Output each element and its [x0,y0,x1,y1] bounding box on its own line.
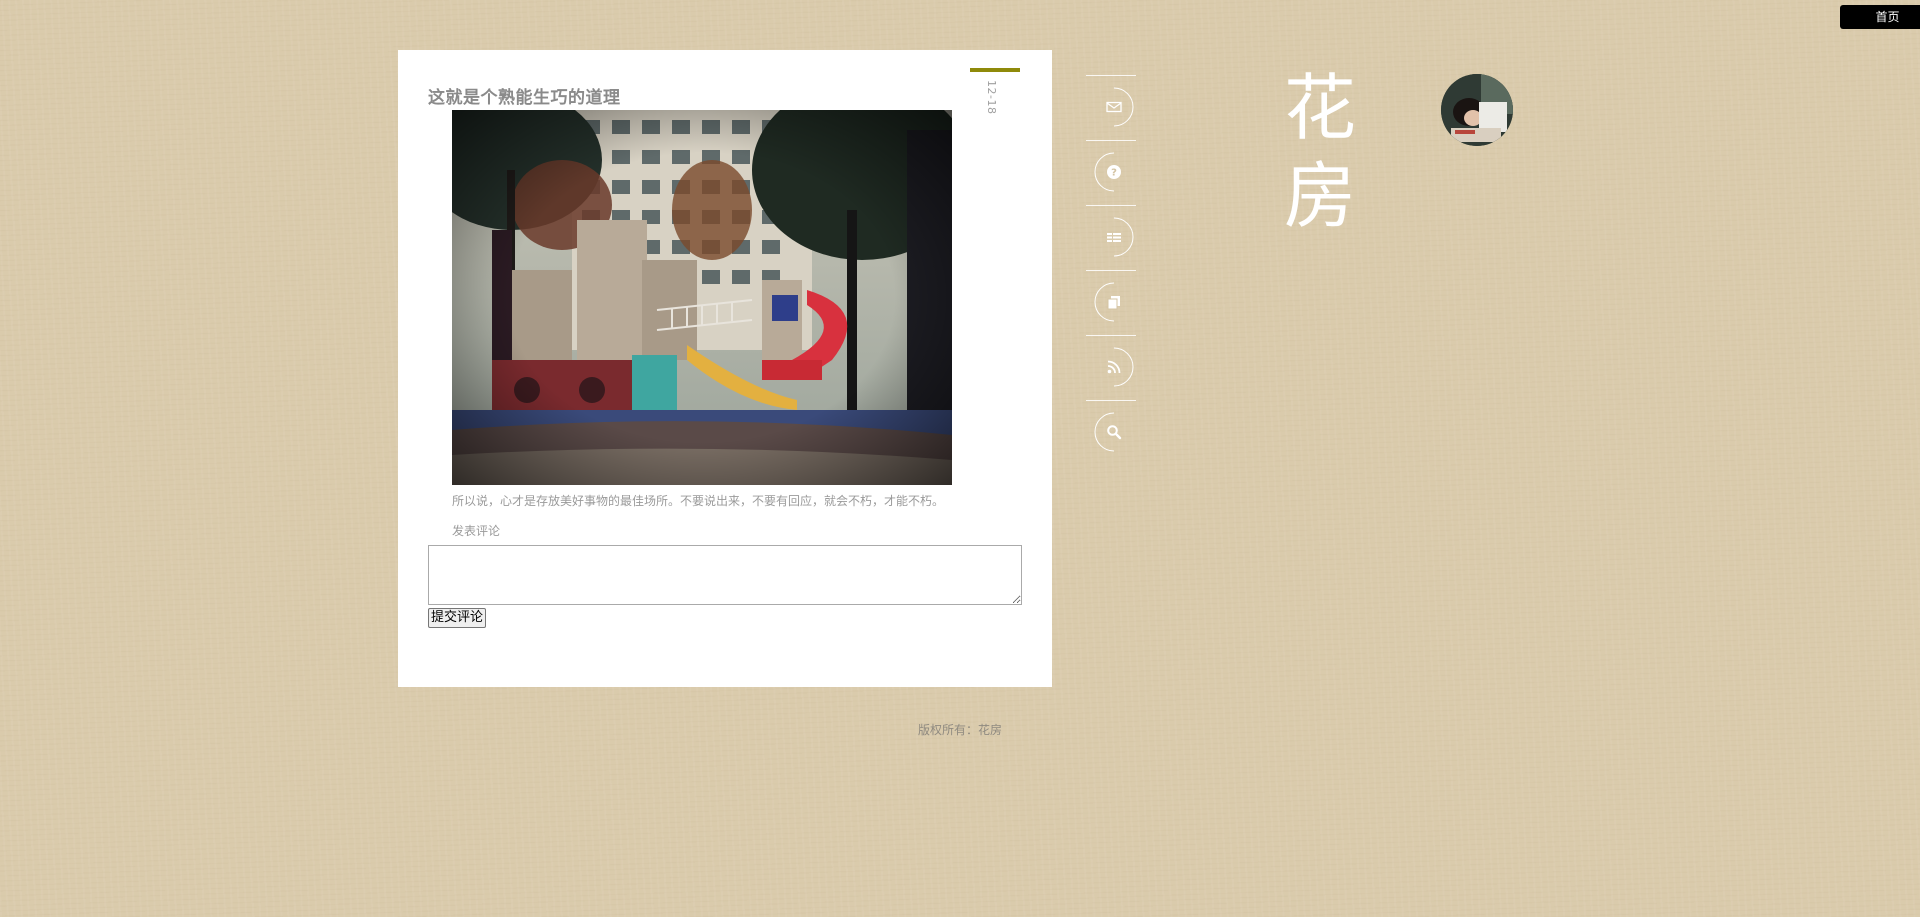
date-accent-bar [970,68,1020,72]
post-body: 所以说，心才是存放美好事物的最佳场所。不要说出来，不要有回应，就会不朽，才能不朽… [452,494,945,508]
home-button[interactable]: 首页 [1840,5,1920,29]
search-icon [1107,425,1122,440]
list-icon [1107,233,1121,242]
site-title-char: 房 [1283,154,1356,238]
post-card: 这就是个熟能生巧的道理 12-18 所以说，心才是存放美好事物的最佳场所。不要说… [398,50,1052,687]
avatar[interactable] [1441,74,1513,146]
nav-list[interactable] [1086,206,1136,270]
post-date: 12-18 [985,80,998,115]
post-photo [452,110,952,485]
nav-ask[interactable]: ? [1086,141,1136,205]
site-title[interactable]: 花 房 [1280,64,1360,240]
nav-archive[interactable] [1086,271,1136,335]
footer-copyright: 版权所有：花房 [918,723,1003,737]
archive-icon [1107,296,1120,310]
question-icon: ? [1107,165,1121,179]
site-title-char: 花 [1283,66,1356,150]
rss-icon [1107,360,1121,374]
mail-icon [1106,101,1122,113]
svg-text:?: ? [1111,168,1117,179]
nav-search[interactable] [1086,401,1136,465]
submit-comment-button[interactable]: 提交评论 [428,608,487,628]
comment-label: 发表评论 [452,524,501,538]
nav-rss[interactable] [1086,336,1136,400]
post-title[interactable]: 这就是个熟能生巧的道理 [428,83,621,108]
nav-mail[interactable] [1086,76,1136,140]
comment-input[interactable] [428,545,1022,605]
icon-nav: ? [1086,75,1136,465]
